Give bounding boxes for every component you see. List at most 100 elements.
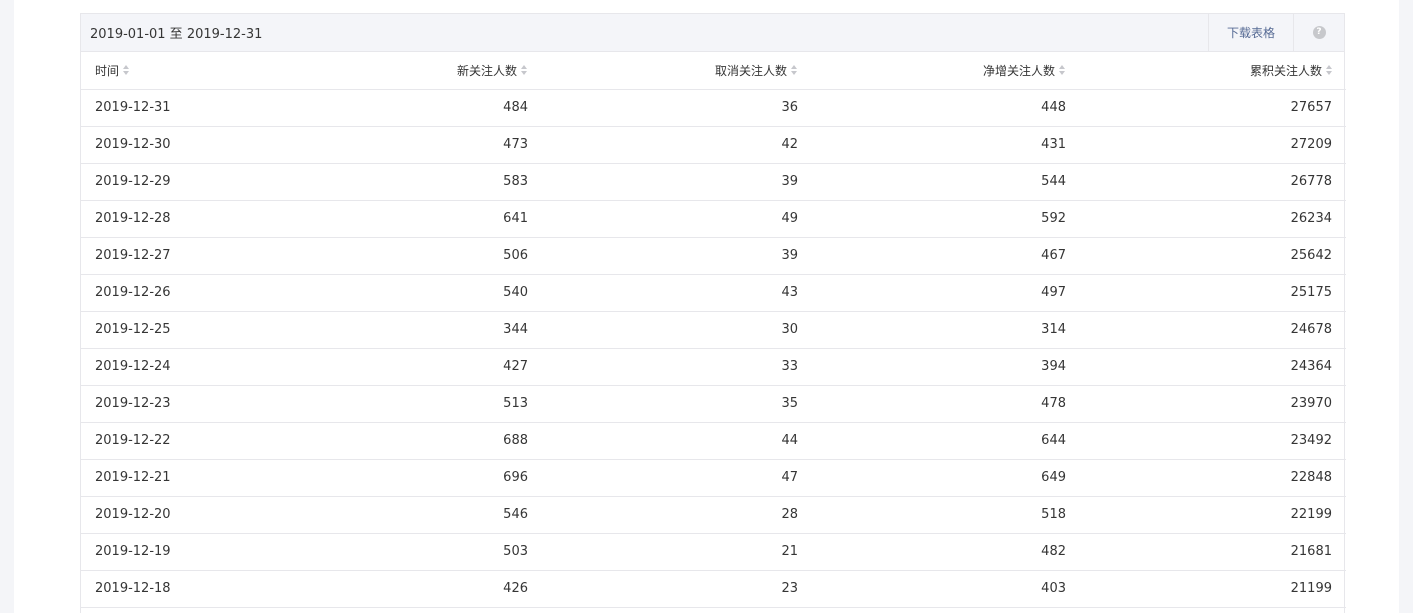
column-header-label: 累积关注人数: [1249, 63, 1322, 78]
table-row: 2019-12-23 513 35 478 23970: [81, 385, 1346, 423]
table-row: 2019-12-24 427 33 394 24364: [81, 348, 1346, 386]
cell-date: 2019-12-24: [81, 348, 268, 386]
column-header-net-followers[interactable]: 净增关注人数: [798, 52, 1066, 90]
cell-date: 2019-12-21: [81, 459, 268, 497]
cell-unfollows: 49: [528, 200, 798, 238]
cell-date: 2019-12-30: [81, 126, 268, 164]
cell-unfollows: 47: [528, 459, 798, 497]
cell-total-followers: 22199: [1066, 496, 1346, 534]
cell-unfollows: 39: [528, 163, 798, 201]
download-table-button[interactable]: 下载表格: [1207, 13, 1293, 52]
cell-net-followers: 497: [798, 274, 1066, 312]
fans-data-table: 时间 新关注人数 取消关注人数 净增关注人数 累积关注人数 2019-12-31…: [81, 52, 1346, 608]
table-row: 2019-12-22 688 44 644 23492: [81, 422, 1346, 460]
cell-total-followers: 21681: [1066, 533, 1346, 571]
cell-unfollows: 42: [528, 126, 798, 164]
cell-date: 2019-12-25: [81, 311, 268, 349]
table-row: 2019-12-21 696 47 649 22848: [81, 459, 1346, 497]
cell-date: 2019-12-20: [81, 496, 268, 534]
cell-total-followers: 21199: [1066, 570, 1346, 608]
cell-net-followers: 644: [798, 422, 1066, 460]
cell-new-followers: 540: [268, 274, 528, 312]
cell-total-followers: 26234: [1066, 200, 1346, 238]
cell-net-followers: 314: [798, 311, 1066, 349]
panel-header: 2019-01-01 至 2019-12-31 下载表格 ?: [81, 13, 1344, 52]
table-row: 2019-12-26 540 43 497 25175: [81, 274, 1346, 312]
cell-date: 2019-12-18: [81, 570, 268, 608]
fans-data-panel: 2019-01-01 至 2019-12-31 下载表格 ? 时间 新关注人数 …: [80, 13, 1346, 613]
cell-total-followers: 22848: [1066, 459, 1346, 497]
cell-unfollows: 43: [528, 274, 798, 312]
cell-date: 2019-12-23: [81, 385, 268, 423]
cell-new-followers: 688: [268, 422, 528, 460]
cell-total-followers: 26778: [1066, 163, 1346, 201]
cell-unfollows: 23: [528, 570, 798, 608]
cell-net-followers: 394: [798, 348, 1066, 386]
table-row: 2019-12-18 426 23 403 21199: [81, 570, 1346, 608]
cell-new-followers: 513: [268, 385, 528, 423]
cell-new-followers: 583: [268, 163, 528, 201]
cell-net-followers: 467: [798, 237, 1066, 275]
cell-date: 2019-12-22: [81, 422, 268, 460]
cell-total-followers: 23970: [1066, 385, 1346, 423]
cell-new-followers: 473: [268, 126, 528, 164]
page-body: 2019-01-01 至 2019-12-31 下载表格 ? 时间 新关注人数 …: [14, 0, 1399, 613]
cell-total-followers: 24678: [1066, 311, 1346, 349]
cell-unfollows: 33: [528, 348, 798, 386]
cell-unfollows: 30: [528, 311, 798, 349]
table-header-row: 时间 新关注人数 取消关注人数 净增关注人数 累积关注人数: [81, 52, 1346, 90]
cell-new-followers: 546: [268, 496, 528, 534]
question-icon: ?: [1312, 26, 1326, 39]
cell-new-followers: 641: [268, 200, 528, 238]
cell-new-followers: 503: [268, 533, 528, 571]
cell-unfollows: 28: [528, 496, 798, 534]
cell-net-followers: 403: [798, 570, 1066, 608]
table-body: 2019-12-31 484 36 448 27657 2019-12-30 4…: [81, 89, 1346, 608]
cell-total-followers: 23492: [1066, 422, 1346, 460]
cell-total-followers: 24364: [1066, 348, 1346, 386]
cell-net-followers: 448: [798, 89, 1066, 127]
column-header-label: 净增关注人数: [982, 63, 1055, 78]
help-button[interactable]: ?: [1293, 13, 1344, 52]
date-range-label: 2019-01-01 至 2019-12-31: [90, 27, 263, 42]
cell-unfollows: 21: [528, 533, 798, 571]
cell-net-followers: 482: [798, 533, 1066, 571]
cell-unfollows: 35: [528, 385, 798, 423]
cell-total-followers: 25175: [1066, 274, 1346, 312]
table-row: 2019-12-29 583 39 544 26778: [81, 163, 1346, 201]
column-header-unfollows[interactable]: 取消关注人数: [528, 52, 798, 90]
cell-net-followers: 649: [798, 459, 1066, 497]
cell-unfollows: 36: [528, 89, 798, 127]
column-header-label: 时间: [95, 63, 120, 78]
cell-new-followers: 427: [268, 348, 528, 386]
cell-net-followers: 431: [798, 126, 1066, 164]
cell-new-followers: 426: [268, 570, 528, 608]
cell-date: 2019-12-27: [81, 237, 268, 275]
cell-total-followers: 27657: [1066, 89, 1346, 127]
sort-icon: [521, 65, 528, 76]
cell-net-followers: 544: [798, 163, 1066, 201]
table-row: 2019-12-31 484 36 448 27657: [81, 89, 1346, 127]
cell-date: 2019-12-26: [81, 274, 268, 312]
cell-date: 2019-12-29: [81, 163, 268, 201]
table-row: 2019-12-19 503 21 482 21681: [81, 533, 1346, 571]
cell-total-followers: 25642: [1066, 237, 1346, 275]
cell-net-followers: 592: [798, 200, 1066, 238]
table-row: 2019-12-30 473 42 431 27209: [81, 126, 1346, 164]
cell-new-followers: 506: [268, 237, 528, 275]
cell-date: 2019-12-28: [81, 200, 268, 238]
cell-new-followers: 344: [268, 311, 528, 349]
table-row: 2019-12-20 546 28 518 22199: [81, 496, 1346, 534]
sort-icon: [1059, 65, 1066, 76]
cell-new-followers: 484: [268, 89, 528, 127]
column-header-date[interactable]: 时间: [81, 52, 268, 90]
column-header-total-followers[interactable]: 累积关注人数: [1066, 52, 1346, 90]
column-header-new-followers[interactable]: 新关注人数: [268, 52, 528, 90]
sort-icon: [791, 65, 798, 76]
table-row: 2019-12-28 641 49 592 26234: [81, 200, 1346, 238]
column-header-label: 取消关注人数: [714, 63, 787, 78]
column-header-label: 新关注人数: [456, 63, 517, 78]
cell-unfollows: 44: [528, 422, 798, 460]
sort-icon: [123, 65, 130, 76]
cell-new-followers: 696: [268, 459, 528, 497]
